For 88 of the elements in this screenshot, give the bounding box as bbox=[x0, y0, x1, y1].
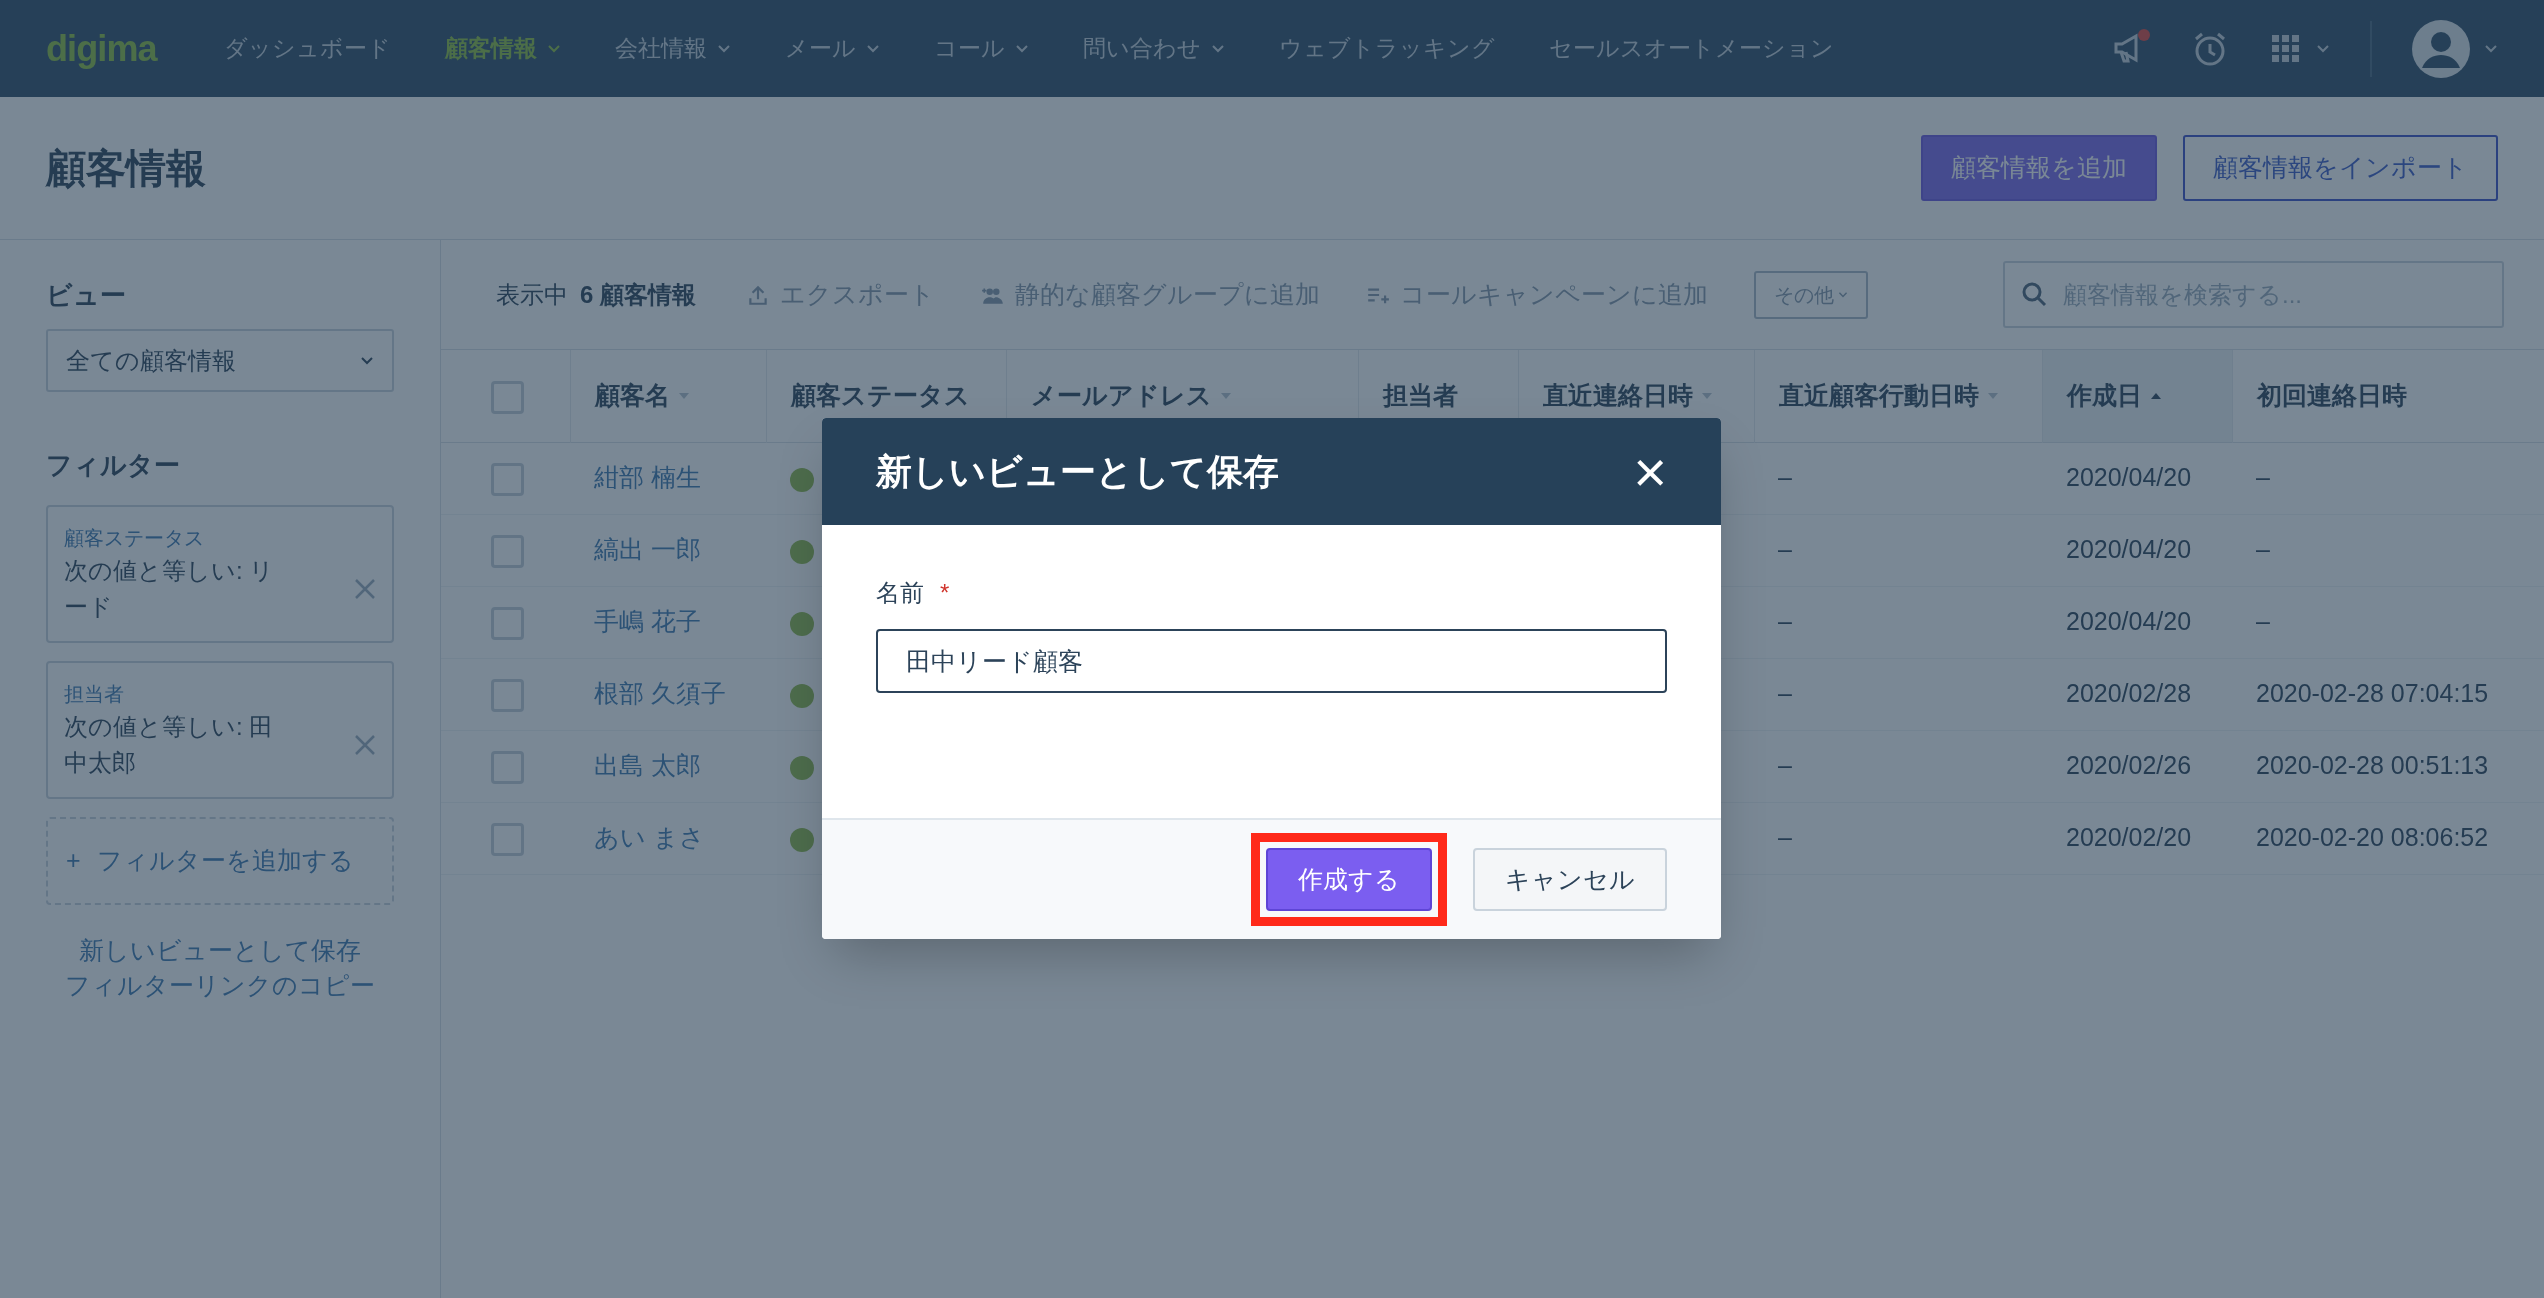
cancel-button[interactable]: キャンセル bbox=[1473, 848, 1667, 911]
table-cell: – bbox=[1778, 823, 1792, 852]
caret-icon[interactable] bbox=[360, 355, 374, 366]
table-cell: 2020/04/20 bbox=[2066, 607, 2192, 636]
table-cell: – bbox=[1778, 463, 1792, 492]
search-icon bbox=[2021, 281, 2047, 307]
upload-icon[interactable] bbox=[746, 283, 770, 306]
table-cell: – bbox=[1778, 607, 1792, 636]
dialog-title: 新しいビューとして保存 bbox=[876, 449, 1279, 494]
table-cell: – bbox=[1778, 679, 1792, 708]
nav-menu-item[interactable]: 会社情報 bbox=[587, 31, 758, 66]
create-button[interactable]: 作成する bbox=[1266, 848, 1432, 911]
filter-field-label: 担当者 bbox=[64, 682, 125, 707]
column-header[interactable]: 顧客ステータス bbox=[790, 377, 970, 415]
sort-up-icon[interactable] bbox=[2149, 391, 2162, 400]
table-cell: 2020-02-20 08:06:52 bbox=[2256, 823, 2489, 852]
table-cell: – bbox=[2256, 463, 2270, 492]
column-header[interactable]: 顧客名 bbox=[594, 377, 690, 415]
sidebar-link[interactable]: フィルターリンクのコピー bbox=[65, 968, 375, 1003]
sort-icon[interactable] bbox=[1986, 391, 1999, 400]
table-cell: – bbox=[2256, 535, 2270, 564]
column-header[interactable]: 直近顧客行動日時 bbox=[1778, 377, 1999, 415]
field-label: 名前 bbox=[876, 578, 924, 608]
sort-icon[interactable] bbox=[1219, 391, 1232, 400]
table-cell: 2020/02/26 bbox=[2066, 751, 2192, 780]
caret-icon[interactable] bbox=[2316, 43, 2330, 54]
row-checkbox[interactable] bbox=[491, 535, 524, 569]
sidebar-link[interactable]: 新しいビューとして保存 bbox=[79, 933, 361, 968]
sort-icon[interactable] bbox=[677, 391, 690, 400]
result-count-label: 表示中 bbox=[496, 279, 568, 310]
column-header[interactable]: 担当者 bbox=[1382, 377, 1458, 415]
result-count: 6 顧客情報 bbox=[580, 279, 696, 310]
table-cell: 2020/02/20 bbox=[2066, 823, 2192, 852]
section-label: フィルター bbox=[46, 449, 181, 482]
table-cell: – bbox=[2256, 607, 2270, 636]
filter-field-label: 顧客ステータス bbox=[64, 526, 205, 551]
table-cell: – bbox=[1778, 535, 1792, 564]
caret-icon[interactable] bbox=[546, 43, 561, 54]
caret-icon[interactable] bbox=[1838, 290, 1848, 299]
customer-name-link[interactable]: 縞出 一郎 bbox=[594, 535, 701, 564]
row-checkbox[interactable] bbox=[491, 823, 524, 857]
customer-name-link[interactable]: 出島 太郎 bbox=[594, 751, 701, 780]
page-title: 顧客情報 bbox=[46, 145, 206, 192]
grid-icon[interactable] bbox=[2270, 32, 2302, 65]
close-icon[interactable] bbox=[354, 578, 376, 600]
add-filter-button[interactable]: + フィルターを追加する bbox=[46, 817, 394, 905]
required-mark: * bbox=[940, 578, 950, 608]
section-label: ビュー bbox=[46, 279, 127, 312]
row-checkbox[interactable] bbox=[491, 679, 524, 713]
table-cell: – bbox=[1778, 751, 1792, 780]
table-cell: 2020-02-28 07:04:15 bbox=[2256, 679, 2489, 708]
table-cell: 2020/04/20 bbox=[2066, 535, 2192, 564]
filter-value: 次の値と等しい: リード bbox=[64, 556, 276, 622]
nav-menu-item[interactable]: セールスオートメーション bbox=[1521, 31, 1861, 66]
row-checkbox[interactable] bbox=[491, 463, 524, 497]
customer-name-link[interactable]: 根部 久須子 bbox=[594, 679, 726, 708]
customer-name-link[interactable]: 紺部 楠生 bbox=[594, 463, 701, 492]
table-cell: 2020/04/20 bbox=[2066, 463, 2192, 492]
customer-name-link[interactable]: 手嶋 花子 bbox=[594, 607, 701, 636]
user-avatar-button[interactable] bbox=[2412, 19, 2498, 78]
column-header[interactable]: 直近連絡日時 bbox=[1542, 377, 1713, 415]
column-header[interactable]: 初回連絡日時 bbox=[2256, 377, 2407, 415]
filter-value: 次の値と等しい: 田中太郎 bbox=[64, 712, 275, 778]
close-icon[interactable] bbox=[354, 734, 376, 756]
avatar-icon[interactable] bbox=[2412, 19, 2470, 78]
sort-icon[interactable] bbox=[1700, 391, 1713, 400]
nav-menu-item[interactable]: ダッシュボード bbox=[196, 31, 418, 66]
table-cell: 2020/02/28 bbox=[2066, 679, 2192, 708]
nav-menu-item[interactable]: メール bbox=[757, 31, 907, 66]
nav-menu-item[interactable]: 問い合わせ bbox=[1055, 31, 1252, 66]
caret-icon[interactable] bbox=[2484, 43, 2498, 54]
row-checkbox[interactable] bbox=[491, 751, 524, 785]
caret-icon[interactable] bbox=[1210, 43, 1225, 54]
name-input-field[interactable]: 田中リード顧客 bbox=[876, 629, 1667, 693]
nav-menu-item[interactable]: ウェブトラッキング bbox=[1251, 31, 1522, 66]
caret-icon[interactable] bbox=[716, 43, 731, 54]
column-header[interactable]: メールアドレス bbox=[1030, 377, 1232, 415]
header-button[interactable]: 顧客情報をインポート bbox=[2183, 135, 2498, 201]
caret-icon[interactable] bbox=[1014, 43, 1029, 54]
nav-menu-item[interactable]: コール bbox=[906, 31, 1056, 66]
select-all-checkbox[interactable] bbox=[491, 380, 524, 414]
apps-grid-button[interactable] bbox=[2270, 32, 2330, 65]
customer-name-link[interactable]: あい まさ bbox=[594, 823, 705, 852]
caret-icon[interactable] bbox=[865, 43, 880, 54]
table-cell: 2020-02-28 00:51:13 bbox=[2256, 751, 2489, 780]
view-select[interactable]: 全ての顧客情報 bbox=[46, 329, 394, 392]
close-button[interactable]: × bbox=[1633, 442, 1667, 501]
row-checkbox[interactable] bbox=[491, 607, 524, 641]
